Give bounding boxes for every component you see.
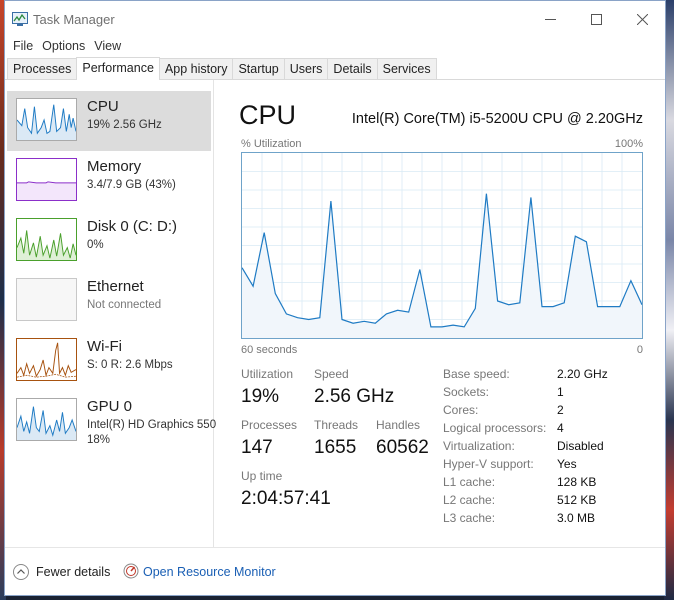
handles-label: Handles [376,418,421,432]
spec-virtualization-value: Disabled [557,439,604,453]
threads-label: Threads [314,418,359,432]
ethernet-thumbnail-graph [16,278,77,321]
title-bar[interactable]: Task Manager [5,1,665,37]
tab-bar: Processes Performance App history Startu… [5,57,665,80]
spec-hyperv-label: Hyper-V support: [443,457,534,471]
close-icon [636,13,648,25]
spec-base-speed-value: 2.20 GHz [557,367,608,381]
sidebar-wifi-throughput: S: 0 R: 2.6 Mbps [87,359,173,371]
handles-value: 60562 [376,437,429,458]
gpu-thumbnail-graph [16,398,77,441]
spec-l2-cache-value: 512 KB [557,493,597,507]
sidebar-memory-usage: 3.4/7.9 GB (43%) [87,179,176,191]
spec-sockets-label: Sockets: [443,385,490,399]
spec-base-speed-label: Base speed: [443,367,510,381]
utilization-label: Utilization [241,367,294,381]
utilization-value: 19% [241,386,280,407]
resource-sidebar: CPU 19% 2.56 GHz Memory 3.4/7.9 GB (43%)… [5,80,216,550]
threads-value: 1655 [314,437,357,458]
tab-processes[interactable]: Processes [7,58,78,79]
resource-monitor-icon[interactable] [123,563,139,579]
sidebar-item-memory[interactable]: Memory 3.4/7.9 GB (43%) [7,151,211,211]
sidebar-item-disk[interactable]: Disk 0 (C: D:) 0% [7,211,211,271]
graph-min-label: 0 [636,344,643,356]
sidebar-disk-usage: 0% [87,239,104,251]
tab-users[interactable]: Users [283,58,329,79]
graph-max-label: 100% [614,138,643,150]
sidebar-ethernet-name: Ethernet [87,278,144,295]
performance-content: CPU 19% 2.56 GHz Memory 3.4/7.9 GB (43%)… [5,80,665,550]
fewer-details-button[interactable]: Fewer details [36,565,110,579]
spec-hyperv-value: Yes [557,457,577,471]
sidebar-disk-name: Disk 0 (C: D:) [87,218,177,235]
task-manager-window: Task Manager File Options View Processes… [4,0,666,596]
cpu-utilization-graph [241,152,643,339]
open-resource-monitor-link[interactable]: Open Resource Monitor [143,565,276,579]
spec-l1-cache-value: 128 KB [557,475,597,489]
tab-details[interactable]: Details [327,58,378,79]
window-title: Task Manager [33,12,115,27]
sidebar-gpu-name: GPU 0 [87,398,133,415]
spec-l3-cache-label: L3 cache: [443,511,496,525]
spec-cores-label: Cores: [443,403,479,417]
tab-services[interactable]: Services [376,58,437,79]
spec-virtualization-label: Virtualization: [443,439,515,453]
wifi-thumbnail-graph [16,338,77,381]
menu-bar: File Options View [5,37,665,57]
sidebar-gpu-model: Intel(R) HD Graphics 550 [87,419,217,431]
tab-startup[interactable]: Startup [232,58,285,79]
cpu-model-name: Intel(R) Core(TM) i5-5200U CPU @ 2.20GHz [351,111,643,127]
tab-app-history[interactable]: App history [158,58,234,79]
uptime-value: 2:04:57:41 [241,488,331,509]
sidebar-cpu-name: CPU [87,98,119,115]
minimize-icon [544,18,556,20]
graph-time-span: 60 seconds [241,344,298,356]
sidebar-item-cpu[interactable]: CPU 19% 2.56 GHz [7,91,211,151]
chevron-up-icon[interactable] [13,564,29,580]
memory-thumbnail-graph [16,158,77,201]
menu-view[interactable]: View [90,37,126,57]
maximize-icon [590,13,602,25]
sidebar-item-gpu[interactable]: GPU 0 Intel(R) HD Graphics 550 18% [7,391,216,451]
processes-value: 147 [241,437,273,458]
sidebar-wifi-name: Wi-Fi [87,338,122,355]
sidebar-ethernet-status: Not connected [87,299,162,311]
spec-cores-value: 2 [557,403,564,417]
spec-l3-cache-value: 3.0 MB [557,511,596,525]
cpu-heading: CPU [239,100,297,130]
task-manager-icon [12,12,28,26]
disk-thumbnail-graph [16,218,77,261]
maximize-button[interactable] [573,1,619,37]
spec-logical-processors-label: Logical processors: [443,421,547,435]
sidebar-item-ethernet[interactable]: Ethernet Not connected [7,271,211,331]
uptime-label: Up time [241,469,283,483]
footer-bar: Fewer details Open Resource Monitor [5,547,665,595]
sidebar-gpu-usage: 18% [87,434,111,446]
spec-logical-processors-value: 4 [557,421,564,435]
processes-label: Processes [241,418,298,432]
minimize-button[interactable] [527,1,573,37]
sidebar-memory-name: Memory [87,158,142,175]
graph-utilization-label: % Utilization [241,138,302,150]
speed-value: 2.56 GHz [314,386,395,407]
close-button[interactable] [619,1,665,37]
cpu-thumbnail-graph [16,98,77,141]
speed-label: Speed [314,367,349,381]
sidebar-item-wifi[interactable]: Wi-Fi S: 0 R: 2.6 Mbps [7,331,211,391]
cpu-detail-panel: CPU Intel(R) Core(TM) i5-5200U CPU @ 2.2… [215,80,665,550]
tab-performance[interactable]: Performance [76,57,160,80]
menu-file[interactable]: File [9,37,38,57]
spec-l2-cache-label: L2 cache: [443,493,496,507]
sidebar-cpu-usage: 19% 2.56 GHz [87,119,162,131]
spec-l1-cache-label: L1 cache: [443,475,496,489]
menu-options[interactable]: Options [38,37,90,57]
spec-sockets-value: 1 [557,385,564,399]
